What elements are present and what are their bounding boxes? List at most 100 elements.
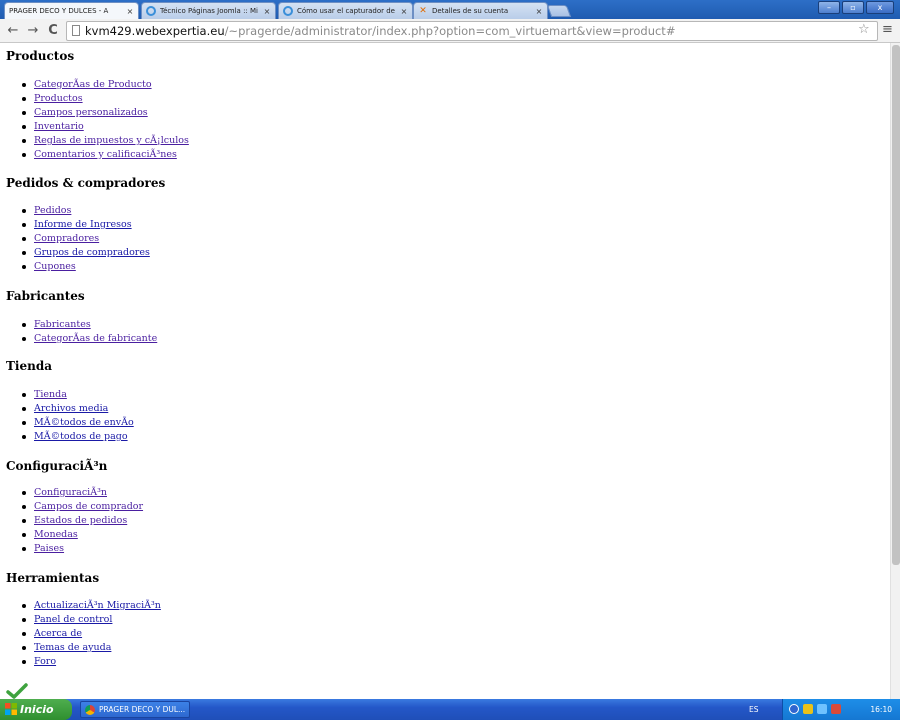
- chrome-menu-icon[interactable]: ≡: [882, 22, 893, 37]
- taskbar-clock: 16:10: [870, 705, 892, 714]
- tab-close-icon[interactable]: ×: [126, 7, 134, 16]
- section-title-productos: Productos: [6, 49, 75, 63]
- window-controls: – ▫ x: [818, 1, 894, 14]
- section-title-tienda: Tienda: [6, 359, 53, 373]
- list-item: Paises: [20, 542, 143, 556]
- taskbar-item-label: PRAGER DECO Y DUL...: [99, 705, 186, 714]
- list-item: Compradores: [20, 232, 150, 246]
- link-metodos-envio[interactable]: MÃ©todos de envÃo: [34, 417, 134, 428]
- volume-icon[interactable]: [817, 704, 827, 714]
- system-tray: ES 16:10: [749, 699, 900, 720]
- list-item: Foro: [20, 655, 161, 669]
- start-label: Inicio: [20, 703, 54, 716]
- close-window-button[interactable]: x: [866, 1, 894, 14]
- link-productos[interactable]: Productos: [34, 93, 83, 104]
- browser-tab-strip: PRAGER DECO Y DULCES - A × Técnico Págin…: [0, 0, 900, 19]
- list-item: Cupones: [20, 260, 150, 274]
- links-fabricantes: Fabricantes CategorÃas de fabricante: [20, 318, 157, 346]
- link-grupos-compradores[interactable]: Grupos de compradores: [34, 247, 150, 258]
- link-panel-control[interactable]: Panel de control: [34, 614, 112, 625]
- list-item: Fabricantes: [20, 318, 157, 332]
- minimize-button[interactable]: –: [818, 1, 840, 14]
- link-temas-ayuda[interactable]: Temas de ayuda: [34, 642, 111, 653]
- vertical-scrollbar[interactable]: [890, 43, 900, 699]
- list-item: Pedidos: [20, 204, 150, 218]
- link-actualizacion-migracion[interactable]: ActualizaciÃ³n MigraciÃ³n: [34, 600, 161, 611]
- link-compradores[interactable]: Compradores: [34, 233, 99, 244]
- tab-close-icon[interactable]: ×: [400, 7, 408, 16]
- reload-button[interactable]: C: [44, 22, 62, 40]
- link-archivos-media[interactable]: Archivos media: [34, 403, 108, 414]
- address-bar[interactable]: kvm429.webexpertia.eu/~pragerde/administ…: [66, 21, 878, 41]
- page-icon: [72, 25, 80, 36]
- maximize-button[interactable]: ▫: [842, 1, 864, 14]
- link-tienda[interactable]: Tienda: [34, 389, 67, 400]
- link-metodos-pago[interactable]: MÃ©todos de pago: [34, 431, 128, 442]
- url-host: kvm429.webexpertia.eu: [85, 24, 225, 38]
- tab-capturador[interactable]: Cómo usar el capturador de ×: [278, 2, 413, 19]
- link-campos-comprador[interactable]: Campos de comprador: [34, 501, 143, 512]
- url-path: /~pragerde/administrator/index.php?optio…: [224, 24, 676, 38]
- bookmark-star-icon[interactable]: ☆: [858, 22, 870, 37]
- list-item: Campos de comprador: [20, 500, 143, 514]
- list-item: Archivos media: [20, 402, 134, 416]
- list-item: Reglas de impuestos y cÃ¡lculos: [20, 134, 189, 148]
- chrome-icon: [85, 705, 95, 715]
- link-monedas[interactable]: Monedas: [34, 529, 78, 540]
- link-inventario[interactable]: Inventario: [34, 121, 84, 132]
- new-tab-button[interactable]: [546, 5, 572, 17]
- list-item: CategorÃas de fabricante: [20, 332, 157, 346]
- windows-flag-icon: [5, 703, 17, 715]
- security-shield-icon[interactable]: [803, 704, 813, 714]
- joomla-icon: [146, 6, 156, 16]
- tab-title: Técnico Páginas Joomla :: Mi: [160, 7, 258, 15]
- tab-tecnico-joomla[interactable]: Técnico Páginas Joomla :: Mi ×: [141, 2, 276, 19]
- x-logo-icon: ✕: [419, 6, 427, 16]
- start-button[interactable]: Inicio: [0, 699, 72, 720]
- tab-detalles-cuenta[interactable]: ✕ Detalles de su cuenta ×: [413, 2, 548, 19]
- tab-title: PRAGER DECO Y DULCES - A: [9, 7, 109, 15]
- link-estados-pedidos[interactable]: Estados de pedidos: [34, 515, 127, 526]
- language-indicator[interactable]: ES: [749, 699, 759, 720]
- link-categorias-fabricante[interactable]: CategorÃas de fabricante: [34, 333, 157, 344]
- link-paises[interactable]: Paises: [34, 543, 64, 554]
- list-item: CategorÃas de Producto: [20, 78, 189, 92]
- back-button[interactable]: ←: [4, 22, 22, 40]
- link-configuracion[interactable]: ConfiguraciÃ³n: [34, 487, 107, 498]
- link-campos-personalizados[interactable]: Campos personalizados: [34, 107, 148, 118]
- browser-toolbar: ← → C kvm429.webexpertia.eu/~pragerde/ad…: [0, 19, 900, 43]
- link-comentarios[interactable]: Comentarios y calificaciÃ³nes: [34, 149, 177, 160]
- link-fabricantes[interactable]: Fabricantes: [34, 319, 91, 330]
- list-item: Panel de control: [20, 613, 161, 627]
- link-pedidos[interactable]: Pedidos: [34, 205, 71, 216]
- list-item: Temas de ayuda: [20, 641, 161, 655]
- link-cupones[interactable]: Cupones: [34, 261, 76, 272]
- links-productos: CategorÃas de Producto Productos Campos …: [20, 78, 189, 162]
- list-item: MÃ©todos de pago: [20, 430, 134, 444]
- tab-close-icon[interactable]: ×: [535, 7, 543, 16]
- link-reglas-impuestos[interactable]: Reglas de impuestos y cÃ¡lculos: [34, 135, 189, 146]
- checkmark-icon: [6, 683, 28, 699]
- list-item: Comentarios y calificaciÃ³nes: [20, 148, 189, 162]
- link-categorias-producto[interactable]: CategorÃas de Producto: [34, 79, 152, 90]
- forward-button[interactable]: →: [24, 22, 42, 40]
- list-item: Tienda: [20, 388, 134, 402]
- list-item: ActualizaciÃ³n MigraciÃ³n: [20, 599, 161, 613]
- antivirus-icon[interactable]: [831, 704, 841, 714]
- windows-taskbar: Inicio PRAGER DECO Y DUL... ES 16:10: [0, 699, 900, 720]
- list-item: Grupos de compradores: [20, 246, 150, 260]
- scrollbar-thumb[interactable]: [892, 45, 900, 565]
- network-icon[interactable]: [789, 704, 799, 714]
- link-informe-ingresos[interactable]: Informe de Ingresos: [34, 219, 132, 230]
- taskbar-item-chrome[interactable]: PRAGER DECO Y DUL...: [80, 701, 190, 718]
- tab-close-icon[interactable]: ×: [263, 7, 271, 16]
- tab-prager[interactable]: PRAGER DECO Y DULCES - A ×: [4, 2, 139, 19]
- list-item: Inventario: [20, 120, 189, 134]
- tab-title: Detalles de su cuenta: [432, 7, 509, 15]
- list-item: Informe de Ingresos: [20, 218, 150, 232]
- link-foro[interactable]: Foro: [34, 656, 56, 667]
- list-item: Monedas: [20, 528, 143, 542]
- list-item: Estados de pedidos: [20, 514, 143, 528]
- links-pedidos: Pedidos Informe de Ingresos Compradores …: [20, 204, 150, 274]
- link-acerca-de[interactable]: Acerca de: [34, 628, 82, 639]
